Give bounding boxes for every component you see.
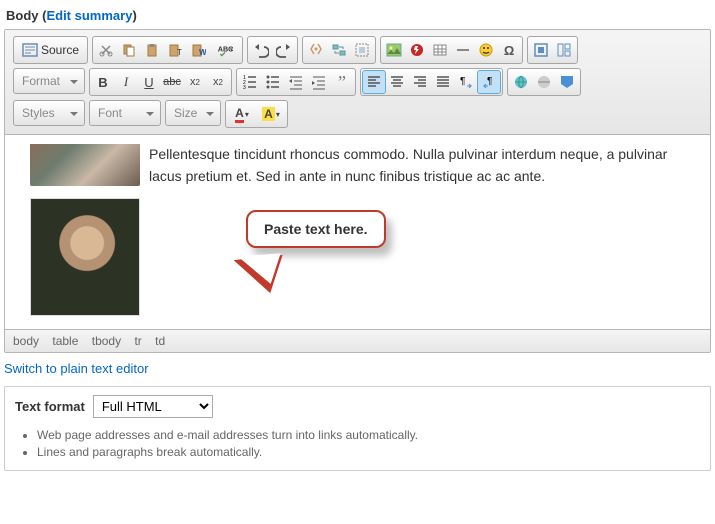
svg-text:T: T: [177, 48, 182, 57]
format-tips: Web page addresses and e-mail addresses …: [37, 428, 700, 459]
strike-icon[interactable]: abc: [161, 71, 183, 93]
body-label-text: Body: [6, 8, 39, 23]
selectall-icon[interactable]: [351, 39, 373, 61]
edit-summary-link[interactable]: Edit summary: [46, 8, 132, 23]
photo-2: [30, 198, 140, 316]
align-center-icon[interactable]: [386, 71, 408, 93]
smiley-icon[interactable]: [475, 39, 497, 61]
paste-word-icon[interactable]: W: [187, 39, 209, 61]
textcolor-icon[interactable]: A▾: [228, 103, 256, 125]
italic-icon[interactable]: I: [115, 71, 137, 93]
specialchar-icon[interactable]: Ω: [498, 39, 520, 61]
bold-icon[interactable]: B: [92, 71, 114, 93]
blockquote-icon[interactable]: ”: [331, 71, 353, 93]
styles-combo[interactable]: Styles: [13, 100, 85, 126]
text-format-section: Text format Full HTML Web page addresses…: [4, 386, 711, 471]
rtl-icon[interactable]: ¶: [478, 71, 500, 93]
source-button-label: Source: [41, 43, 79, 57]
underline-icon[interactable]: U: [138, 71, 160, 93]
numbered-list-icon[interactable]: 123: [239, 71, 261, 93]
align-right-icon[interactable]: [409, 71, 431, 93]
text-format-label: Text format: [15, 399, 85, 414]
link-icon[interactable]: [510, 71, 532, 93]
bgcolor-icon[interactable]: A▾: [257, 103, 285, 125]
ckeditor: Source T W ABC: [4, 29, 711, 353]
bulleted-list-icon[interactable]: [262, 71, 284, 93]
paste-text-icon[interactable]: T: [164, 39, 186, 61]
indent-icon[interactable]: [308, 71, 330, 93]
svg-text:W: W: [199, 48, 206, 57]
find-icon[interactable]: [305, 39, 327, 61]
hr-icon[interactable]: [452, 39, 474, 61]
subscript-icon[interactable]: x2: [184, 71, 206, 93]
flash-icon[interactable]: [406, 39, 428, 61]
superscript-icon[interactable]: x2: [207, 71, 229, 93]
spellcheck-icon[interactable]: ABC: [210, 39, 240, 61]
format-combo[interactable]: Format: [13, 68, 85, 94]
svg-text:3: 3: [243, 85, 246, 90]
undo-icon[interactable]: [250, 39, 272, 61]
table-icon[interactable]: [429, 39, 451, 61]
unlink-icon[interactable]: [533, 71, 555, 93]
cut-icon[interactable]: [95, 39, 117, 61]
callout-text: Paste text here.: [264, 221, 368, 237]
svg-text:¶: ¶: [460, 76, 465, 87]
body-label: Body (Edit summary): [6, 8, 711, 23]
photo-1: [30, 144, 140, 186]
editor-content[interactable]: Pellentesque tincidunt rhoncus commodo. …: [5, 135, 710, 329]
switch-plaintext-link[interactable]: Switch to plain text editor: [4, 361, 149, 376]
tip-item: Lines and paragraphs break automatically…: [37, 445, 700, 459]
ltr-icon[interactable]: ¶: [455, 71, 477, 93]
path-table[interactable]: table: [52, 334, 78, 348]
path-body[interactable]: body: [13, 334, 39, 348]
replace-icon[interactable]: [328, 39, 350, 61]
showblocks-icon[interactable]: [553, 39, 575, 61]
paste-icon[interactable]: [141, 39, 163, 61]
maximize-icon[interactable]: [530, 39, 552, 61]
redo-icon[interactable]: [273, 39, 295, 61]
font-combo[interactable]: Font: [89, 100, 161, 126]
size-combo[interactable]: Size: [165, 100, 221, 126]
image-icon[interactable]: [383, 39, 405, 61]
source-button[interactable]: Source: [16, 39, 85, 61]
copy-icon[interactable]: [118, 39, 140, 61]
callout-bubble: Paste text here.: [246, 210, 386, 248]
elements-path: body table tbody tr td: [5, 329, 710, 352]
anchor-icon[interactable]: [556, 71, 578, 93]
tip-item: Web page addresses and e-mail addresses …: [37, 428, 700, 442]
svg-text:¶: ¶: [487, 76, 492, 87]
toolbar: Source T W ABC: [5, 30, 710, 135]
align-left-icon[interactable]: [363, 71, 385, 93]
path-td[interactable]: td: [155, 334, 165, 348]
path-tbody[interactable]: tbody: [92, 334, 121, 348]
outdent-icon[interactable]: [285, 71, 307, 93]
align-justify-icon[interactable]: [432, 71, 454, 93]
text-format-select[interactable]: Full HTML: [93, 395, 213, 418]
body-text[interactable]: Pellentesque tincidunt rhoncus commodo. …: [145, 141, 690, 190]
path-tr[interactable]: tr: [134, 334, 141, 348]
